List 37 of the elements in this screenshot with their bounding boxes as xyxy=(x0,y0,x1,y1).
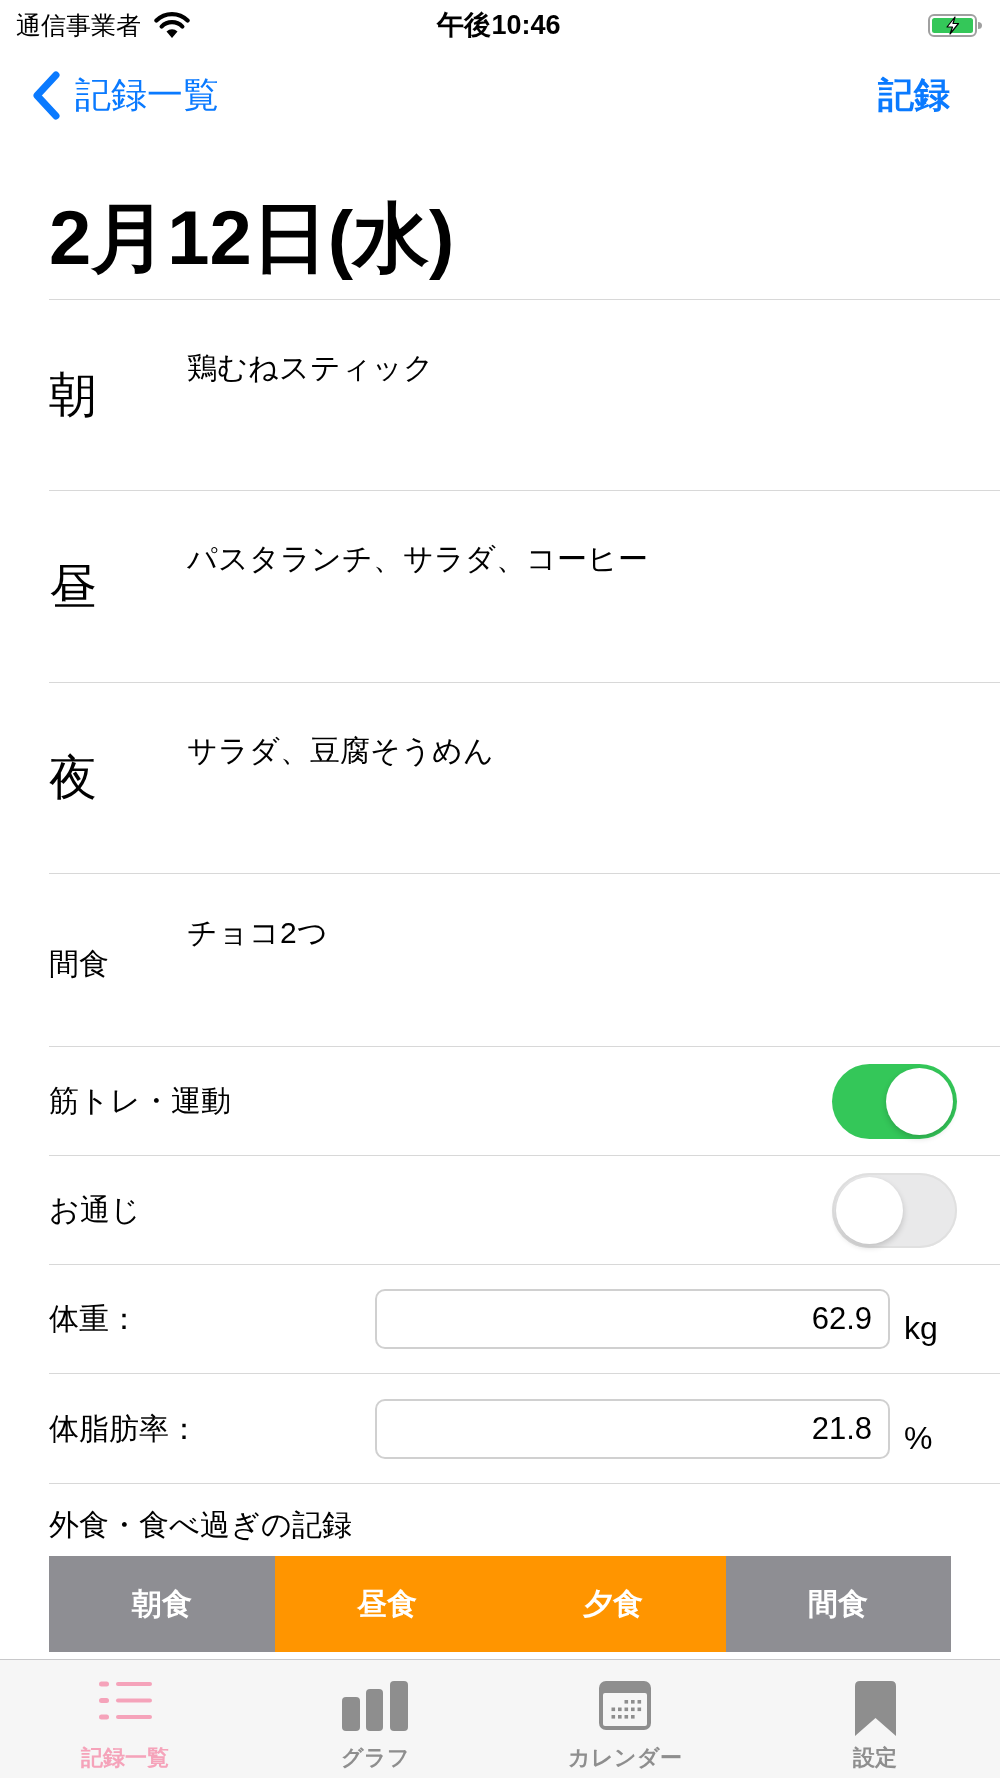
toggle-label: 筋トレ・運動 xyxy=(49,1083,231,1119)
back-button[interactable]: 記録一覧 xyxy=(31,70,219,120)
carrier-name: 通信事業者 xyxy=(16,10,141,40)
bar-chart-icon xyxy=(342,1681,408,1731)
toggle-label: お通じ xyxy=(49,1192,141,1228)
value-input[interactable]: 62.9 xyxy=(375,1289,890,1349)
list-icon xyxy=(98,1681,152,1720)
value-input[interactable]: 21.8 xyxy=(375,1398,890,1459)
meal-text: サラダ、豆腐そうめん xyxy=(187,733,494,769)
record-button[interactable]: 記録 xyxy=(878,73,950,117)
battery-icon xyxy=(928,13,982,37)
tab-button[interactable]: 設定 xyxy=(853,1681,897,1778)
measure-label: 体脂肪率： xyxy=(49,1410,199,1447)
meal-text: パスタランチ、サラダ、コーヒー xyxy=(187,541,648,577)
segment-button[interactable]: 朝食 xyxy=(49,1556,275,1652)
meal-label: 夜 xyxy=(49,750,97,806)
chevron-left-icon xyxy=(31,70,61,120)
meal-label: 間食 xyxy=(49,946,109,982)
meal-label: 朝 xyxy=(49,367,97,423)
page-title: 2月12日(水) xyxy=(49,195,455,280)
unit-label: kg xyxy=(904,1309,938,1347)
segment-button[interactable]: 夕食 xyxy=(500,1556,726,1652)
tab-button[interactable]: グラフ xyxy=(340,1681,410,1778)
measure-label: 体重： xyxy=(49,1301,139,1337)
status-time: 午後10:46 xyxy=(437,9,561,41)
bookmark-icon xyxy=(854,1681,896,1736)
meal-text: 鶏むねスティック xyxy=(187,350,434,386)
calendar-icon xyxy=(599,1681,651,1730)
meal-label: 昼 xyxy=(49,558,97,615)
wifi-icon xyxy=(154,12,190,38)
unit-label: % xyxy=(904,1418,933,1457)
segment-button[interactable]: 間食 xyxy=(725,1556,951,1652)
segment-button[interactable]: 昼食 xyxy=(274,1556,500,1652)
tab-button[interactable]: カレンダー xyxy=(568,1681,682,1778)
section-label: 外食・食べ過ぎの記録 xyxy=(49,1507,352,1543)
meal-text: チョコ2つ xyxy=(187,915,328,951)
tab-button[interactable]: 記録一覧 xyxy=(81,1681,169,1778)
